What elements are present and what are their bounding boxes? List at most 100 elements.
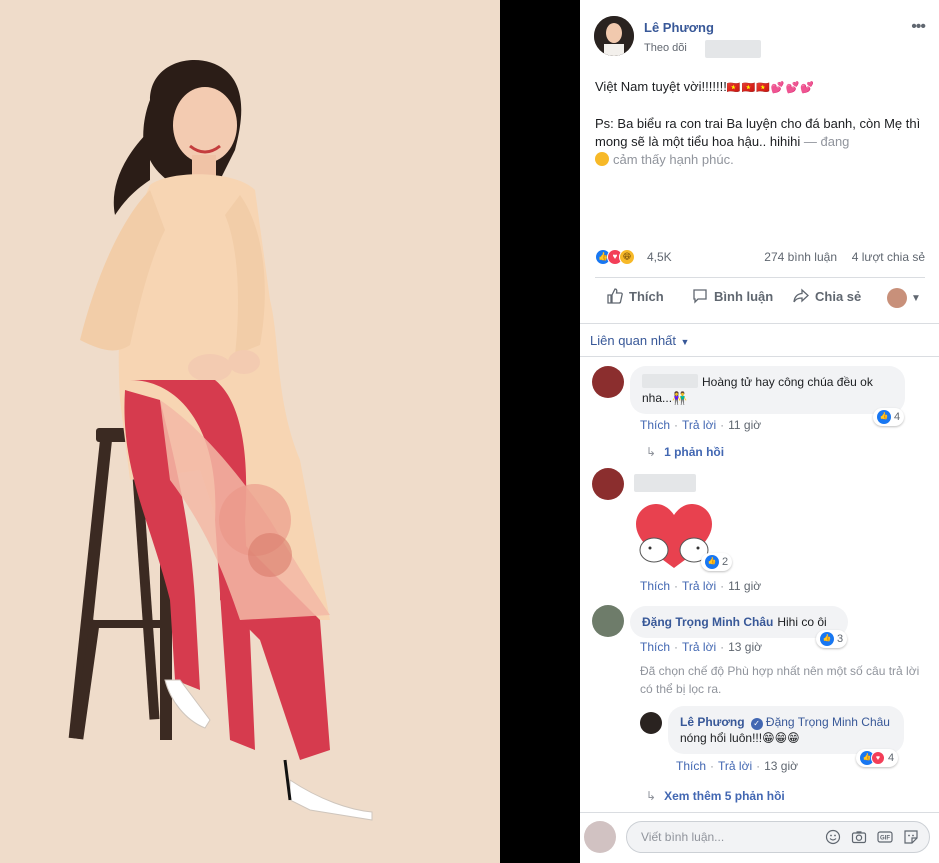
post-text-ps: Ps: Ba biểu ra con trai Ba luyện cho đá … (595, 116, 921, 149)
comment-button[interactable]: Bình luận (692, 288, 773, 304)
reply-reaction-count: 4 (888, 752, 895, 764)
comment-sort-bar: Liên quan nhất ▼ (580, 323, 939, 357)
sort-label: Liên quan nhất (590, 333, 677, 348)
comment-input[interactable]: Viết bình luận... GIF (626, 821, 930, 853)
post-stats: 👍 ♥ 😆 4,5K 274 bình luận 4 lượt chia sẻ (595, 247, 925, 267)
comment-meta: Thích · Trả lời · 11 giờ (640, 579, 762, 593)
more-replies-link[interactable]: ↳ Xem thêm 5 phản hồi (646, 789, 785, 803)
comments-count[interactable]: 274 bình luận (764, 250, 837, 264)
comment-meta: Thích · Trả lời · 13 giờ (640, 640, 762, 654)
reply-meta: Thích · Trả lời · 13 giờ (676, 759, 798, 773)
composer-icons: GIF (825, 829, 919, 845)
commenter-avatar[interactable] (592, 605, 624, 637)
commenter-name[interactable]: Đặng Trọng Minh Châu (642, 615, 773, 629)
comment-time[interactable]: 11 giờ (728, 579, 761, 593)
redacted-name (634, 474, 696, 492)
reply-time[interactable]: 13 giờ (764, 759, 798, 773)
commenter-avatar[interactable] (592, 366, 624, 398)
author-name[interactable]: Lê Phương (644, 20, 714, 35)
chevron-down-icon: ▼ (678, 337, 690, 347)
divider (595, 277, 925, 278)
reply-like-link[interactable]: Thích (676, 759, 706, 773)
like-reaction-icon: 👍 (877, 410, 891, 424)
author-avatar[interactable] (594, 16, 634, 56)
share-label: Chia sẻ (815, 288, 862, 304)
like-button[interactable]: Thích (607, 288, 664, 304)
feeling-text[interactable]: cảm thấy hạnh phúc. (613, 152, 734, 167)
reply-arrow-icon: ↳ (646, 445, 657, 459)
lightbox-gap (500, 0, 580, 863)
comment-icon (693, 289, 707, 304)
reply-arrow-icon: ↳ (646, 789, 657, 803)
current-user-avatar (887, 288, 907, 308)
post-line-1: Việt Nam tuyệt vời!!!!!!!🇻🇳🇻🇳🇻🇳💕💕💕 (595, 78, 925, 97)
reply-author-name[interactable]: Lê Phương (680, 715, 745, 729)
gif-icon[interactable]: GIF (877, 829, 893, 845)
comment-meta: Thích · Trả lời · 11 giờ (640, 418, 762, 432)
follow-link[interactable]: Theo dõi (644, 42, 687, 54)
thumbs-up-icon (607, 288, 623, 304)
comment-reply-link[interactable]: Trả lời (682, 418, 716, 432)
feeling-prefix: — đang (803, 134, 850, 149)
comment-reaction-count: 4 (894, 411, 901, 423)
emoji-icon[interactable] (825, 829, 841, 845)
share-button[interactable]: Chia sẻ (793, 288, 861, 304)
post-body: Việt Nam tuyệt vời!!!!!!!🇻🇳🇻🇳🇻🇳💕💕💕 Ps: B… (595, 78, 925, 187)
comment-placeholder: Viết bình luận... (641, 830, 725, 844)
camera-icon[interactable] (851, 829, 867, 845)
post-emojis: 🇻🇳🇻🇳🇻🇳💕💕💕 (726, 82, 816, 94)
share-icon (793, 288, 809, 303)
photo-illustration (0, 0, 500, 863)
reply-author-avatar[interactable] (640, 712, 662, 734)
verified-badge-icon: ✓ (750, 718, 763, 730)
view-replies-link[interactable]: ↳ 1 phản hồi (646, 445, 724, 459)
comment-reply-link[interactable]: Trả lời (682, 640, 716, 654)
comment-text: Hihi co ôi (777, 615, 827, 629)
comment-like-link[interactable]: Thích (640, 640, 670, 654)
react-as-selector[interactable]: ▼ (887, 288, 921, 308)
filter-notice: Đã chọn chế độ Phù hợp nhất nên một số c… (640, 664, 920, 696)
shares-count[interactable]: 4 lượt chia sẻ (852, 250, 925, 264)
like-label: Thích (629, 288, 664, 304)
comment-bubble: Hoàng tử hay công chúa đều ok nha...👫 (630, 366, 905, 414)
comment-like-link[interactable]: Thích (640, 418, 670, 432)
view-replies-label: 1 phản hồi (664, 445, 725, 459)
reply-reply-link[interactable]: Trả lời (718, 759, 752, 773)
reaction-icons[interactable]: 👍 ♥ 😆 (595, 249, 643, 265)
more-icon[interactable]: ••• (911, 18, 926, 36)
comment-reactions[interactable]: 👍 2 (701, 553, 733, 571)
post-header: Lê Phương Theo dõi ••• (594, 16, 929, 60)
reply-bubble: Lê Phương ✓ Đặng Trọng Minh Châu nóng hổi… (668, 706, 904, 754)
comment-reaction-count: 3 (837, 633, 844, 645)
svg-text:GIF: GIF (880, 836, 890, 842)
smiley-icon (595, 152, 609, 166)
post-photo[interactable] (0, 0, 500, 863)
current-user-avatar (584, 821, 616, 853)
comment-reactions[interactable]: 👍 4 (873, 408, 905, 426)
sort-dropdown[interactable]: Liên quan nhất ▼ (590, 333, 689, 348)
commenter-avatar[interactable] (592, 468, 624, 500)
comment-reaction-count: 2 (722, 556, 729, 568)
redacted-name (642, 374, 698, 388)
post-line-2: Ps: Ba biểu ra con trai Ba luyện cho đá … (595, 115, 925, 169)
reaction-count[interactable]: 4,5K (647, 250, 672, 264)
reply-reactions[interactable]: 👍 ♥ 4 (856, 749, 899, 767)
like-reaction-icon: 👍 (820, 632, 834, 646)
comment-composer: Viết bình luận... GIF (580, 812, 939, 863)
reply-mention[interactable]: Đặng Trọng Minh Châu (766, 715, 890, 729)
post-panel: Lê Phương Theo dõi ••• Việt Nam tuyệt vờ… (580, 0, 939, 863)
comment-label: Bình luận (714, 288, 774, 304)
haha-reaction-icon: 😆 (619, 249, 635, 265)
redacted-box (705, 40, 761, 58)
comment-bubble: Đặng Trọng Minh Châu Hihi co ôi (630, 606, 848, 638)
comment-time[interactable]: 11 giờ (728, 418, 761, 432)
sticker-icon[interactable] (903, 829, 919, 845)
comment-reply-link[interactable]: Trả lời (682, 579, 716, 593)
chevron-down-icon: ▼ (911, 292, 921, 304)
comment-reactions[interactable]: 👍 3 (816, 630, 848, 648)
comment-time[interactable]: 13 giờ (728, 640, 762, 654)
comment-like-link[interactable]: Thích (640, 579, 670, 593)
like-reaction-icon: 👍 (705, 555, 719, 569)
post-actions: Thích Bình luận Chia sẻ ▼ (595, 282, 925, 314)
more-replies-label: Xem thêm 5 phản hồi (664, 789, 785, 803)
